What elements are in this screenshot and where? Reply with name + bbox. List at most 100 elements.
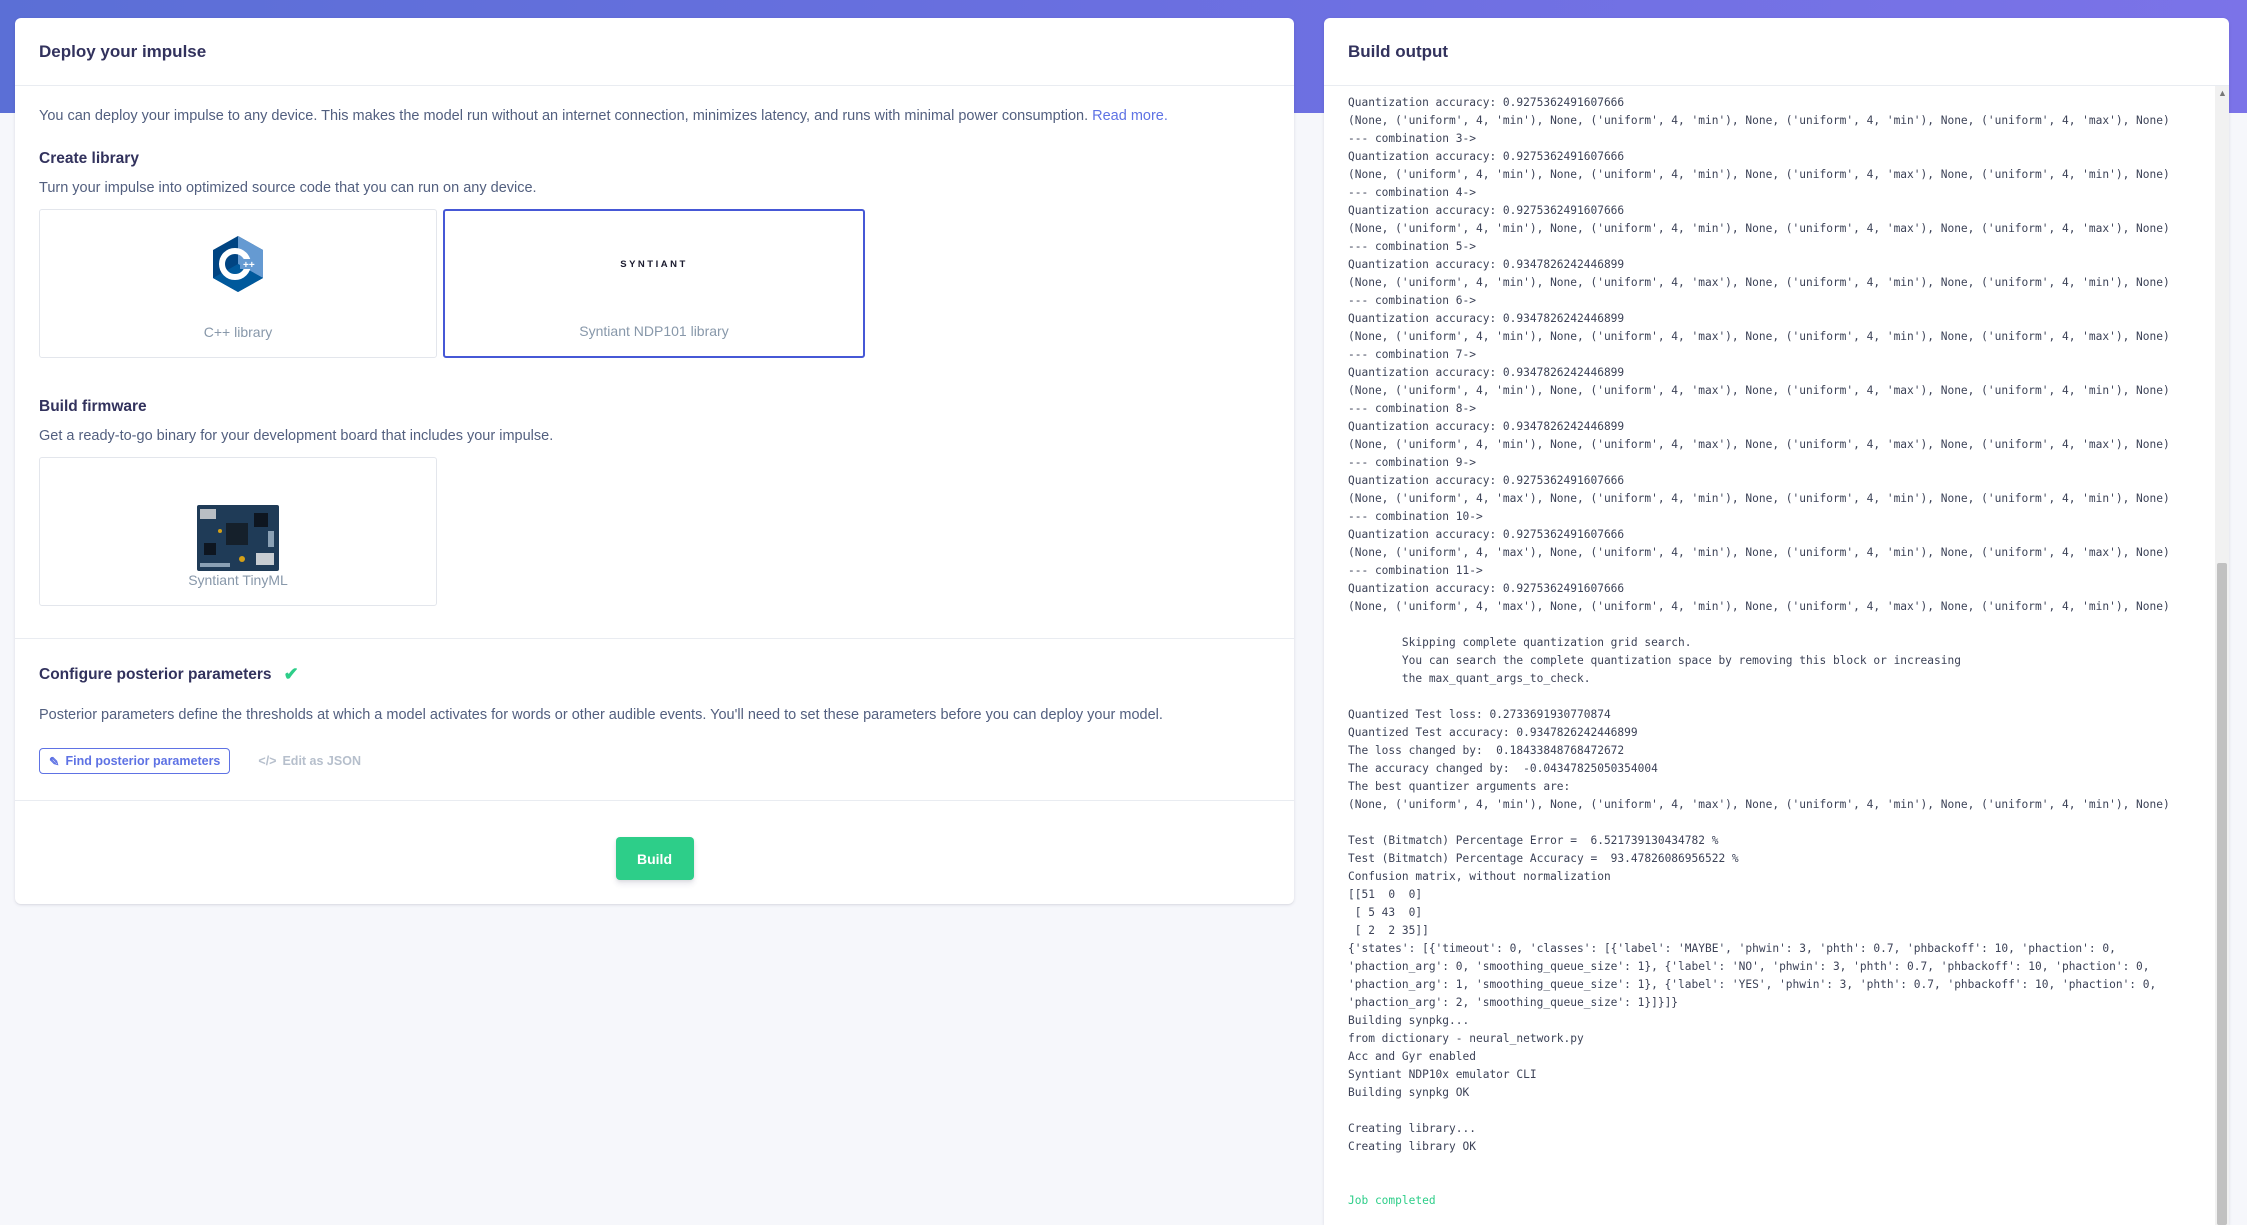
log-line: You can search the complete quantization… bbox=[1348, 654, 1961, 667]
log-line: --- combination 10-> bbox=[1348, 510, 1483, 523]
deploy-title: Deploy your impulse bbox=[15, 18, 1294, 86]
magic-wand-icon: ✎ bbox=[49, 754, 60, 769]
syntiant-tinyml-label: Syntiant TinyML bbox=[188, 572, 288, 588]
log-line: The best quantizer arguments are: bbox=[1348, 780, 1571, 793]
log-line: Creating library... bbox=[1348, 1122, 1476, 1135]
log-line: --- combination 7-> bbox=[1348, 348, 1476, 361]
log-line: --- combination 4-> bbox=[1348, 186, 1476, 199]
log-line: --- combination 3-> bbox=[1348, 132, 1476, 145]
log-line: (None, ('uniform', 4, 'max'), None, ('un… bbox=[1348, 546, 2170, 559]
log-line: Confusion matrix, without normalization bbox=[1348, 870, 1611, 883]
log-line: (None, ('uniform', 4, 'min'), None, ('un… bbox=[1348, 168, 2170, 181]
log-line: Quantization accuracy: 0.927536249160766… bbox=[1348, 96, 1625, 109]
job-completed-line: Job completed bbox=[1348, 1194, 1436, 1207]
build-area: Build bbox=[15, 837, 1294, 880]
code-icon: </> bbox=[258, 754, 277, 768]
log-line: [ 5 43 0] bbox=[1348, 906, 1423, 919]
board-image-icon bbox=[196, 483, 280, 578]
build-button[interactable]: Build bbox=[615, 837, 694, 880]
intro-text: You can deploy your impulse to any devic… bbox=[39, 108, 1089, 124]
log-line: Quantization accuracy: 0.927536249160766… bbox=[1348, 528, 1625, 541]
build-output-log: Quantization accuracy: 0.927536249160766… bbox=[1324, 86, 2229, 1225]
syntiant-tinyml-option[interactable]: Syntiant TinyML bbox=[39, 457, 437, 606]
log-line: Acc and Gyr enabled bbox=[1348, 1050, 1476, 1063]
log-line: 'phaction_arg': 1, 'smoothing_queue_size… bbox=[1348, 978, 2157, 991]
library-options: ++ C++ library SYNTIANT Syntiant NDP101 … bbox=[39, 209, 1270, 358]
log-line: from dictionary - neural_network.py bbox=[1348, 1032, 1584, 1045]
posterior-actions: ✎ Find posterior parameters </> Edit as … bbox=[39, 748, 1270, 774]
cpp-library-label: C++ library bbox=[203, 324, 273, 340]
find-posterior-label: Find posterior parameters bbox=[65, 754, 221, 768]
syntiant-ndp101-library-option[interactable]: SYNTIANT Syntiant NDP101 library bbox=[443, 209, 865, 358]
cpp-library-option[interactable]: ++ C++ library bbox=[39, 209, 437, 358]
log-line: (None, ('uniform', 4, 'min'), None, ('un… bbox=[1348, 798, 2170, 811]
log-line: --- combination 6-> bbox=[1348, 294, 1476, 307]
log-line: (None, ('uniform', 4, 'min'), None, ('un… bbox=[1348, 276, 2170, 289]
edit-as-json-button[interactable]: </> Edit as JSON bbox=[258, 754, 361, 768]
posterior-header: Configure posterior parameters ✔ bbox=[39, 664, 1270, 685]
log-line: [ 2 2 35]] bbox=[1348, 924, 1429, 937]
cpp-logo-icon: ++ bbox=[212, 235, 264, 298]
build-divider bbox=[15, 800, 1294, 801]
log-line: 'phaction_arg': 0, 'smoothing_queue_size… bbox=[1348, 960, 2150, 973]
log-line: The loss changed by: 0.18433848768472672 bbox=[1348, 744, 1625, 757]
log-line: Building synpkg... bbox=[1348, 1014, 1470, 1027]
posterior-title: Configure posterior parameters bbox=[39, 665, 272, 683]
log-line: Quantization accuracy: 0.934782624244689… bbox=[1348, 366, 1625, 379]
log-line: (None, ('uniform', 4, 'max'), None, ('un… bbox=[1348, 600, 2170, 613]
find-posterior-button[interactable]: ✎ Find posterior parameters bbox=[39, 748, 231, 774]
firmware-options: Syntiant TinyML bbox=[39, 457, 1270, 606]
scroll-thumb[interactable] bbox=[2217, 563, 2227, 1225]
syntiant-library-label: Syntiant NDP101 library bbox=[579, 323, 729, 339]
log-line: Quantized Test loss: 0.2733691930770874 bbox=[1348, 708, 1611, 721]
log-line: Syntiant NDP10x emulator CLI bbox=[1348, 1068, 1537, 1081]
posterior-description: Posterior parameters define the threshol… bbox=[39, 707, 1163, 723]
log-line: Quantization accuracy: 0.927536249160766… bbox=[1348, 204, 1625, 217]
log-line: Building synpkg OK bbox=[1348, 1086, 1470, 1099]
deploy-card: Deploy your impulse You can deploy your … bbox=[15, 18, 1294, 904]
log-line: (None, ('uniform', 4, 'min'), None, ('un… bbox=[1348, 114, 2170, 127]
create-library-title: Create library bbox=[39, 150, 139, 167]
log-line: Quantization accuracy: 0.927536249160766… bbox=[1348, 150, 1625, 163]
log-line: (None, ('uniform', 4, 'min'), None, ('un… bbox=[1348, 222, 2170, 235]
log-line: {'states': [{'timeout': 0, 'classes': [{… bbox=[1348, 942, 2116, 955]
log-line: Quantized Test accuracy: 0.9347826242446… bbox=[1348, 726, 1638, 739]
output-scrollbar[interactable]: ▲ bbox=[2215, 86, 2229, 1225]
log-line: Quantization accuracy: 0.934782624244689… bbox=[1348, 258, 1625, 271]
log-line: Test (Bitmatch) Percentage Error = 6.521… bbox=[1348, 834, 1719, 847]
create-library-subtitle: Turn your impulse into optimized source … bbox=[39, 180, 537, 196]
build-output-title: Build output bbox=[1324, 18, 2229, 86]
log-line: (None, ('uniform', 4, 'max'), None, ('un… bbox=[1348, 492, 2170, 505]
syntiant-logo-icon: SYNTIANT bbox=[620, 259, 688, 270]
log-line: Quantization accuracy: 0.934782624244689… bbox=[1348, 312, 1625, 325]
log-line: Creating library OK bbox=[1348, 1140, 1476, 1153]
log-line: (None, ('uniform', 4, 'min'), None, ('un… bbox=[1348, 438, 2170, 451]
log-line: the max_quant_args_to_check. bbox=[1348, 672, 1591, 685]
check-icon: ✔ bbox=[283, 664, 299, 684]
edit-as-json-label: Edit as JSON bbox=[282, 754, 361, 768]
log-line: --- combination 5-> bbox=[1348, 240, 1476, 253]
log-line: The accuracy changed by: -0.043478250503… bbox=[1348, 762, 1658, 775]
log-line: --- combination 9-> bbox=[1348, 456, 1476, 469]
scroll-up-icon[interactable]: ▲ bbox=[2218, 88, 2227, 98]
log-line: Quantization accuracy: 0.934782624244689… bbox=[1348, 420, 1625, 433]
log-line: Quantization accuracy: 0.927536249160766… bbox=[1348, 474, 1625, 487]
log-line: 'phaction_arg': 2, 'smoothing_queue_size… bbox=[1348, 996, 1679, 1009]
read-more-link[interactable]: Read more. bbox=[1092, 108, 1168, 124]
log-line: --- combination 8-> bbox=[1348, 402, 1476, 415]
log-line: (None, ('uniform', 4, 'min'), None, ('un… bbox=[1348, 330, 2170, 343]
log-line: [[51 0 0] bbox=[1348, 888, 1423, 901]
log-line: --- combination 11-> bbox=[1348, 564, 1483, 577]
build-firmware-subtitle: Get a ready-to-go binary for your develo… bbox=[39, 428, 554, 444]
log-line: Test (Bitmatch) Percentage Accuracy = 93… bbox=[1348, 852, 1739, 865]
section-divider bbox=[15, 638, 1294, 639]
deploy-intro: You can deploy your impulse to any devic… bbox=[39, 108, 1270, 124]
log-line: Quantization accuracy: 0.927536249160766… bbox=[1348, 582, 1625, 595]
build-firmware-title: Build firmware bbox=[39, 398, 147, 415]
